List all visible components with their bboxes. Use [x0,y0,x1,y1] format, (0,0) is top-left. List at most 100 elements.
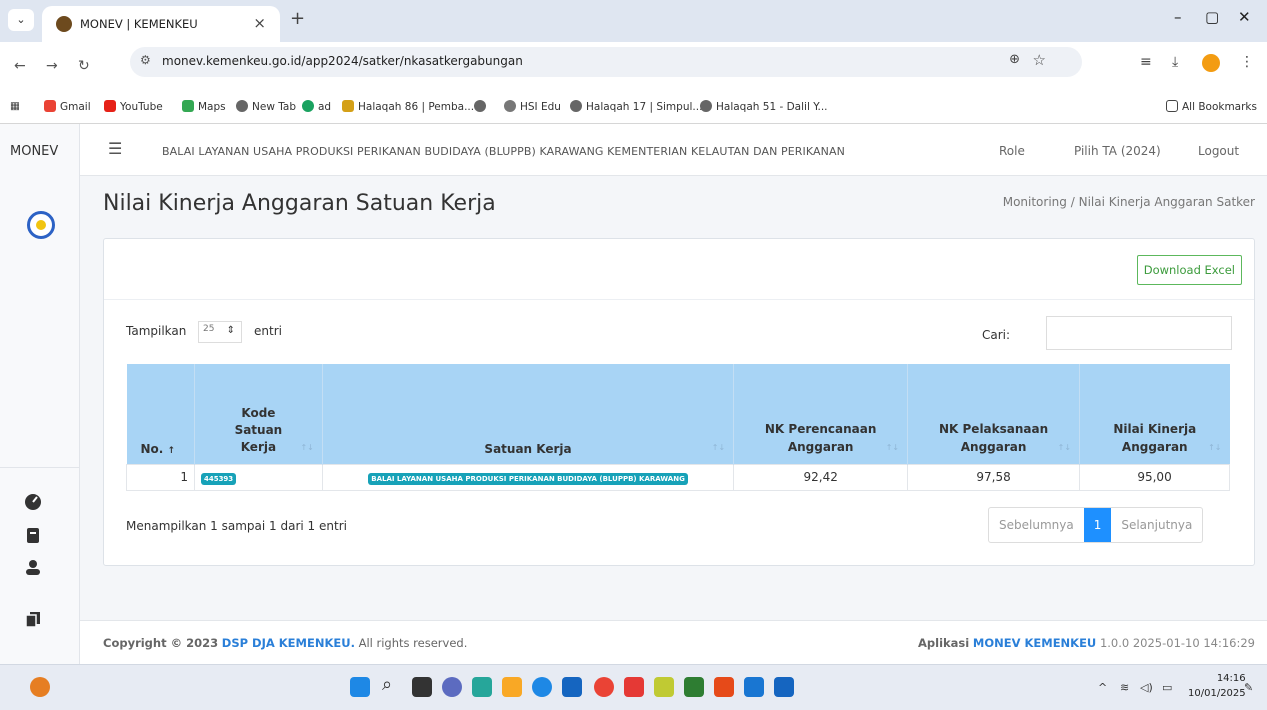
bookmark-hsi[interactable]: HSI Edu [504,100,561,113]
task-view-icon[interactable] [412,677,432,697]
user-icon[interactable] [24,558,42,576]
file-explorer-icon[interactable] [502,677,522,697]
clock[interactable]: 14:16 10/01/2025 [1188,671,1246,701]
pager-page-1[interactable]: 1 [1083,508,1112,542]
pager-next[interactable]: Selanjutnya [1111,508,1202,542]
breadcrumb-monitoring[interactable]: Monitoring [1003,195,1067,209]
pen-icon[interactable] [654,677,674,697]
powerpoint-icon[interactable] [714,677,734,697]
logout-link[interactable]: Logout [1198,144,1239,158]
bookmarks-bar: ▦ Gmail YouTube Maps New Tab ad Halaqah … [0,90,1267,124]
url-text[interactable]: monev.kemenkeu.go.id/app2024/satker/nkas… [162,54,523,68]
bookmark-gmail[interactable]: Gmail [44,100,91,113]
download-excel-button[interactable]: Download Excel [1136,255,1242,285]
tab-title: MONEV | KEMENKEU [80,17,198,31]
browser-tab[interactable]: MONEV | KEMENKEU × [42,6,280,42]
wifi-icon[interactable]: ≋ [1120,681,1129,694]
notification-icon[interactable]: ✎ [1244,681,1253,694]
zoom-icon[interactable]: ⊕ [1009,52,1020,67]
store-icon[interactable] [562,677,582,697]
bookmark-youtube[interactable]: YouTube [104,100,163,113]
col-no[interactable]: No. ↑ [126,364,195,464]
kemenkeu-logo [27,211,55,239]
col-kode[interactable]: Kode Satuan Kerja ↑↓ [194,364,323,464]
sort-icon: ↑↓ [1208,442,1222,452]
back-icon[interactable]: ← [14,58,26,74]
excel-icon[interactable] [684,677,704,697]
bookmark-globe[interactable] [474,100,490,113]
col-nk-pelaksanaan[interactable]: NK Pelaksanaan Anggaran ↑↓ [907,364,1081,464]
site-info-icon[interactable]: ⚙ [140,53,151,67]
photos-icon[interactable] [744,677,764,697]
cell-nilai-kinerja: 95,00 [1079,463,1230,491]
col-nilai-kinerja[interactable]: Nilai Kinerja Anggaran ↑↓ [1079,364,1230,464]
sidebar-divider [0,467,80,468]
bookmark-halaqah86[interactable]: Halaqah 86 | Pemba... [342,100,474,113]
word-icon[interactable] [774,677,794,697]
pager-prev[interactable]: Sebelumnya [989,508,1084,542]
cell-nk-pelaksanaan: 97,58 [907,463,1081,491]
restore-icon[interactable]: ▢ [1205,8,1219,26]
role-link[interactable]: Role [999,144,1025,158]
chrome-icon[interactable] [594,677,614,697]
volume-icon[interactable]: ◁) [1140,681,1153,694]
search-icon[interactable]: ⌕ [382,674,402,695]
clock-time: 14:16 [1216,673,1246,684]
profile-avatar[interactable] [1202,54,1220,72]
bookmark-ad[interactable]: ad [302,100,331,113]
download-icon[interactable]: ⤓ [1172,54,1178,70]
tab-search-button[interactable]: ⌄ [8,9,34,31]
battery-icon[interactable]: ▭ [1162,681,1172,694]
bookmark-halaqah17[interactable]: Halaqah 17 | Simpul... [570,100,702,113]
search-label: Cari: [982,328,1011,342]
new-tab-button[interactable]: + [290,8,305,29]
tray-chevron-icon[interactable]: ^ [1098,681,1107,694]
address-bar[interactable]: ⚙ monev.kemenkeu.go.id/app2024/satker/nk… [130,47,1082,77]
cell-no: 1 [126,463,195,491]
table-info: Menampilkan 1 sampai 1 dari 1 entri [126,519,347,533]
bookmark-maps[interactable]: Maps [182,100,226,113]
dashboard-icon[interactable] [24,492,42,510]
cell-satker: BALAI LAYANAN USAHA PRODUKSI PERIKANAN B… [321,463,735,491]
footer-org-link[interactable]: DSP DJA KEMENKEU. [222,636,355,650]
breadcrumb-separator: / [1070,195,1075,209]
bookmark-newtab[interactable]: New Tab [236,100,296,113]
copilot-icon[interactable] [472,677,492,697]
pilih-ta-link[interactable]: Pilih TA (2024) [1074,144,1161,158]
all-bookmarks-button[interactable]: All Bookmarks [1165,100,1257,113]
card-divider [104,299,1254,300]
documents-icon[interactable] [24,610,42,628]
brand-label[interactable]: MONEV [10,144,58,159]
close-window-icon[interactable]: ✕ [1238,8,1251,26]
forward-icon[interactable]: → [46,58,58,74]
nka-table: No. ↑ Kode Satuan Kerja ↑↓ Satuan Kerja ↑↓… [126,364,1230,491]
browser-menu-icon[interactable]: ⋮ [1240,54,1254,70]
search-input[interactable] [1046,316,1232,350]
chat-icon[interactable] [442,677,462,697]
breadcrumb-current: Nilai Kinerja Anggaran Satker [1078,195,1255,209]
sort-icon: ↑↓ [711,442,726,452]
app-red-icon[interactable] [624,677,644,697]
tab-close-icon[interactable]: × [253,14,266,32]
start-icon[interactable] [350,677,370,697]
col-satker[interactable]: Satuan Kerja ↑↓ [322,364,735,464]
bookmark-star-icon[interactable]: ☆ [1033,51,1046,69]
sidebar: MONEV [0,124,80,664]
length-prefix: Tampilkan [126,324,187,338]
weather-widget-icon[interactable] [30,677,50,697]
page-title: Nilai Kinerja Anggaran Satuan Kerja [103,191,496,216]
reload-icon[interactable]: ↻ [78,58,90,74]
pagination: Sebelumnya 1 Selanjutnya [988,507,1204,543]
table-row: 1 445393 BALAI LAYANAN USAHA PRODUKSI PE… [126,463,1230,491]
reading-list-icon[interactable]: ≡ [1140,54,1152,70]
col-nk-perencanaan[interactable]: NK Perencanaan Anggaran ↑↓ [733,364,909,464]
edge-icon[interactable] [532,677,552,697]
browser-toolbar: ← → ↻ ⚙ monev.kemenkeu.go.id/app2024/sat… [0,42,1267,90]
cell-kode: 445393 [193,463,323,491]
menu-toggle-icon[interactable]: ☰ [108,139,122,158]
minimize-icon[interactable]: – [1174,8,1182,26]
book-icon[interactable] [24,526,42,544]
apps-grid-icon[interactable]: ▦ [10,100,20,112]
bookmark-halaqah51[interactable]: Halaqah 51 - Dalil Y... [700,100,828,113]
page-length-select[interactable]: 25 ⇕ [198,321,242,343]
